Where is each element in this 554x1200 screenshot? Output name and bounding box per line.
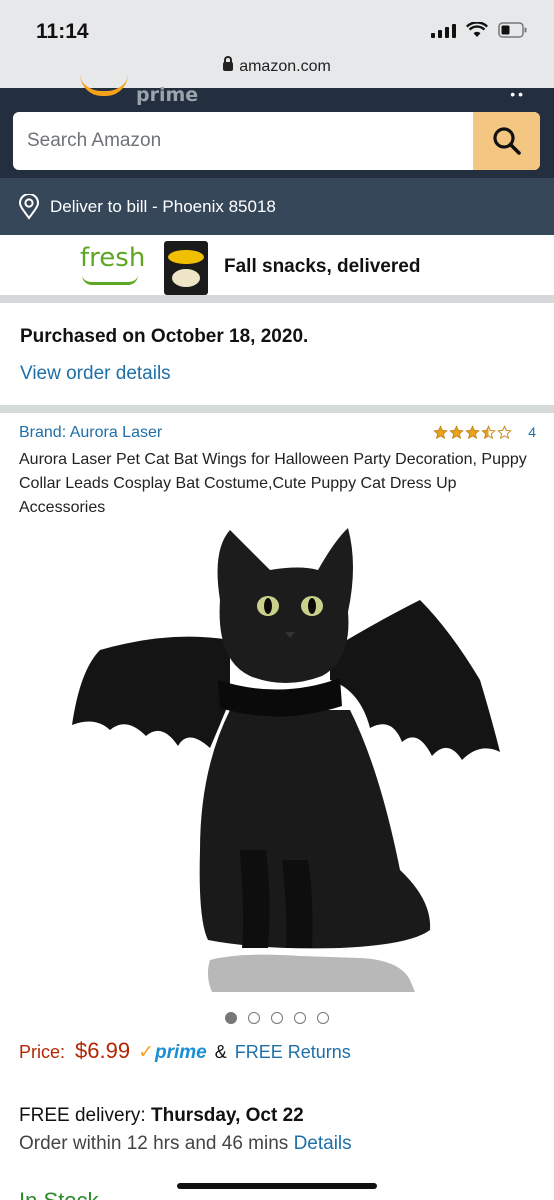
search-bar: [13, 112, 540, 170]
product-image[interactable]: [60, 520, 520, 995]
fresh-banner-text: Fall snacks, delivered: [224, 256, 421, 277]
amazon-logo-icon[interactable]: [80, 74, 128, 96]
clock-time: 11:14: [36, 20, 89, 43]
star-icon: [497, 424, 513, 439]
battery-icon: [498, 22, 527, 38]
star-icon: [465, 424, 481, 439]
star-icon: [433, 424, 449, 439]
cellular-signal-icon: [431, 23, 456, 38]
url-text: amazon.com: [239, 58, 331, 75]
rating-count: 4: [528, 424, 536, 440]
wifi-icon: [466, 22, 488, 37]
order-within-text: Order within 12 hrs and 46 mins: [19, 1133, 294, 1154]
delivery-date: Thursday, Oct 22: [150, 1105, 304, 1126]
prime-label: prime: [155, 1042, 207, 1063]
free-returns-link[interactable]: FREE Returns: [235, 1042, 351, 1063]
search-input[interactable]: [13, 112, 473, 170]
lock-icon: [223, 56, 234, 71]
location-pin-icon: [18, 193, 40, 220]
image-carousel-dots[interactable]: [0, 1012, 554, 1024]
carousel-dot[interactable]: [248, 1012, 260, 1024]
deliver-to-bar[interactable]: Deliver to bill - Phoenix 85018: [0, 178, 554, 235]
fresh-banner[interactable]: fresh Fall snacks, delivered: [0, 235, 554, 297]
home-indicator[interactable]: [177, 1183, 377, 1189]
prime-logo[interactable]: prime: [136, 84, 198, 106]
price-value: $6.99: [75, 1038, 131, 1063]
delivery-prefix: FREE delivery:: [19, 1105, 151, 1126]
carousel-dot[interactable]: [317, 1012, 329, 1024]
prime-check-icon: ✓: [138, 1042, 154, 1063]
price-label: Price:: [19, 1042, 66, 1062]
star-rating[interactable]: 4: [433, 424, 536, 440]
in-stock-status: In Stock: [19, 1188, 98, 1200]
search-icon: [492, 127, 521, 155]
brand-link[interactable]: Brand: Aurora Laser: [19, 424, 162, 442]
carousel-dot[interactable]: [271, 1012, 283, 1024]
prime-badge: ✓prime: [138, 1041, 207, 1064]
search-button[interactable]: [473, 112, 540, 170]
carousel-dot[interactable]: [225, 1012, 237, 1024]
fresh-logo: fresh: [80, 243, 146, 273]
fresh-smile-icon: [82, 275, 138, 285]
purchase-date: Purchased on October 18, 2020.: [20, 326, 309, 347]
order-within: Order within 12 hrs and 46 mins Details: [19, 1133, 352, 1155]
product-title: Aurora Laser Pet Cat Bat Wings for Hallo…: [19, 451, 527, 516]
ampersand: &: [214, 1042, 227, 1062]
view-order-details-link[interactable]: View order details: [20, 363, 171, 385]
delivery-info: FREE delivery: Thursday, Oct 22: [19, 1105, 304, 1127]
section-divider: [0, 295, 554, 303]
cart-icon[interactable]: ••: [510, 86, 526, 102]
section-divider: [0, 405, 554, 413]
star-icon: [449, 424, 465, 439]
status-icons: [431, 22, 528, 38]
carousel-dot[interactable]: [294, 1012, 306, 1024]
snack-bag-image: [164, 241, 208, 295]
details-link[interactable]: Details: [294, 1133, 352, 1154]
price-row: Price: $6.99 ✓prime & FREE Returns: [19, 1038, 351, 1064]
star-icon: [481, 424, 497, 439]
deliver-to-text: Deliver to bill - Phoenix 85018: [50, 196, 276, 216]
rating-stars: [433, 424, 513, 440]
amazon-header: prime ••: [0, 84, 554, 178]
